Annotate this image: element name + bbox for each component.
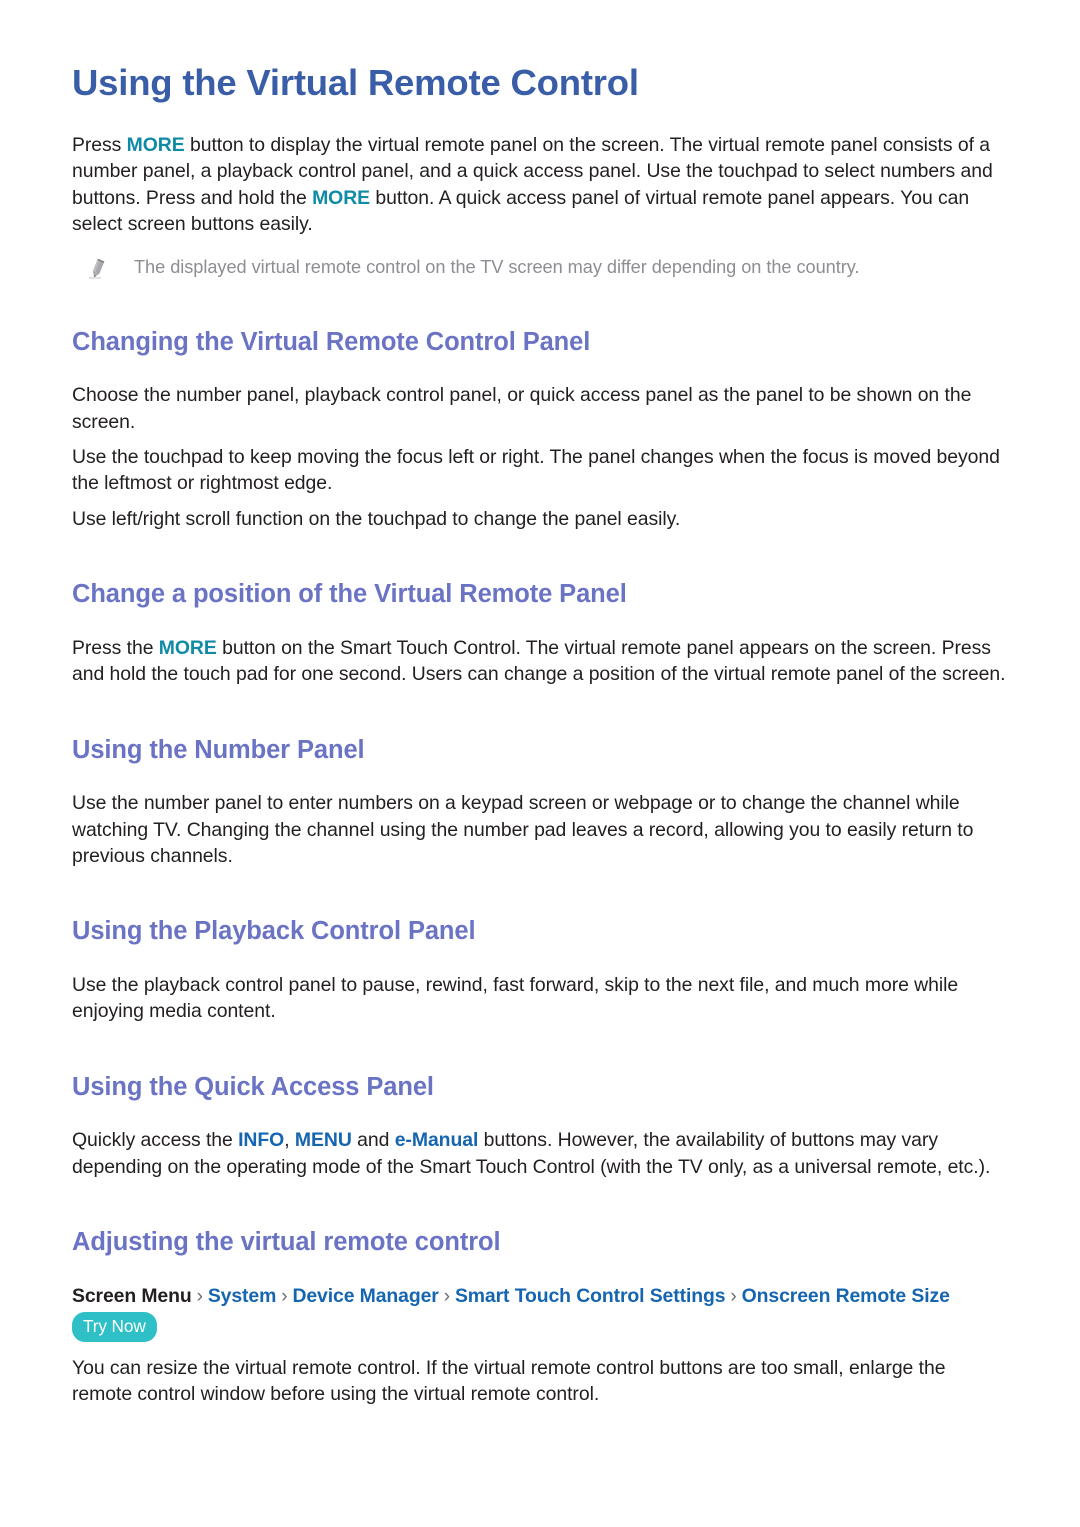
pencil-icon <box>88 258 106 280</box>
breadcrumb-separator-icon: › <box>196 1285 203 1307</box>
keyword-more: MORE <box>158 636 217 659</box>
section-heading-changing-panel: Changing the Virtual Remote Control Pane… <box>72 327 591 356</box>
paragraph: Choose the number panel, playback contro… <box>72 384 972 433</box>
paragraph: Use left/right scroll function on the to… <box>72 507 681 530</box>
paragraph: You can resize the virtual remote contro… <box>72 1357 946 1406</box>
intro-part-0: Press <box>72 133 127 156</box>
section-heading-change-position: Change a position of the Virtual Remote … <box>72 580 627 609</box>
breadcrumb-item-onscreen-remote-size[interactable]: Onscreen Remote Size <box>742 1285 950 1307</box>
keyword-more: MORE <box>126 133 185 156</box>
breadcrumb-separator-icon: › <box>730 1285 737 1307</box>
page-title: Using the Virtual Remote Control <box>72 62 639 103</box>
section-heading-adjusting-remote: Adjusting the virtual remote control <box>72 1228 501 1257</box>
paragraph: Use the touchpad to keep moving the focu… <box>72 446 1000 495</box>
breadcrumb-root: Screen Menu <box>72 1284 192 1307</box>
keyword-e-manual: e-Manual <box>394 1129 479 1152</box>
breadcrumb: Screen Menu › System › Device Manager › Smart … <box>72 1283 1008 1343</box>
keyword-more: MORE <box>312 186 371 209</box>
intro-paragraph: Press MORE button to display the virtual… <box>72 132 1008 238</box>
text-part: and <box>351 1129 395 1152</box>
paragraph: Press the MORE button on the Smart Touch… <box>72 635 1008 688</box>
document-page: Using the Virtual Remote Control Press M… <box>0 0 1080 1527</box>
try-now-badge[interactable]: Try Now <box>72 1311 157 1343</box>
note-row: The displayed virtual remote control on … <box>72 255 1008 280</box>
section-heading-number-panel: Using the Number Panel <box>72 735 365 764</box>
paragraph: Use the playback control panel to pause,… <box>72 974 959 1023</box>
section-heading-playback-panel: Using the Playback Control Panel <box>72 917 476 946</box>
text-part: Quickly access the <box>72 1129 239 1152</box>
paragraph: Quickly access the INFO, MENU and e-Manu… <box>72 1127 1008 1180</box>
keyword-menu: MENU <box>294 1129 352 1152</box>
paragraph: Use the number panel to enter numbers on… <box>72 792 974 868</box>
section-heading-quick-access-panel: Using the Quick Access Panel <box>72 1072 434 1101</box>
breadcrumb-item-smart-touch-control-settings[interactable]: Smart Touch Control Settings <box>455 1285 726 1307</box>
breadcrumb-separator-icon: › <box>443 1285 450 1307</box>
breadcrumb-separator-icon: › <box>281 1285 288 1307</box>
breadcrumb-item-device-manager[interactable]: Device Manager <box>292 1285 438 1307</box>
note-text: The displayed virtual remote control on … <box>134 256 860 277</box>
breadcrumb-item-system[interactable]: System <box>208 1285 276 1307</box>
text-part: Press the <box>72 636 159 659</box>
text-part: , <box>284 1129 295 1152</box>
keyword-info: INFO <box>238 1129 285 1152</box>
